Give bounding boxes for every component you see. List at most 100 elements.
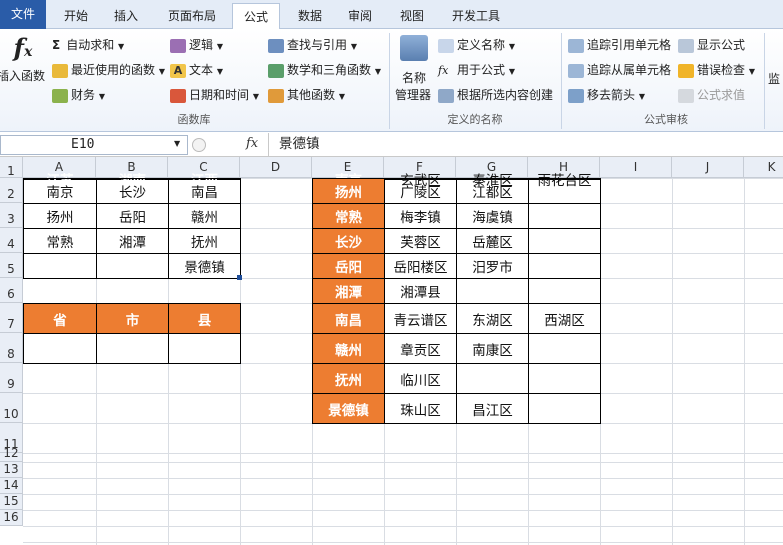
- select-input-cell[interactable]: [23, 333, 97, 364]
- county-cell[interactable]: 广陵区: [384, 178, 457, 204]
- row-header[interactable]: 13: [0, 462, 23, 478]
- city-header-cell[interactable]: 南昌: [312, 303, 385, 334]
- tab-review[interactable]: 审阅: [338, 3, 382, 29]
- city-cell[interactable]: 湘潭: [96, 228, 169, 254]
- tab-view[interactable]: 视图: [390, 3, 434, 29]
- show-formulas-button[interactable]: 显示公式: [678, 35, 745, 55]
- city-cell[interactable]: 岳阳: [96, 203, 169, 229]
- column-header[interactable]: D: [240, 157, 312, 178]
- row-header[interactable]: 4: [0, 228, 23, 253]
- name-box[interactable]: E10: [0, 135, 188, 155]
- county-cell[interactable]: 昌江区: [456, 393, 529, 424]
- insert-function-fx-button[interactable]: fx: [246, 136, 258, 151]
- county-cell[interactable]: 岳阳楼区: [384, 253, 457, 279]
- select-input-cell[interactable]: [96, 333, 169, 364]
- row-header[interactable]: 5: [0, 253, 23, 278]
- county-cell[interactable]: [528, 228, 601, 254]
- city-cell[interactable]: [96, 253, 169, 279]
- select-header-cell[interactable]: 省: [23, 303, 97, 334]
- county-cell[interactable]: 汨罗市: [456, 253, 529, 279]
- remove-arrows-button[interactable]: 移去箭头 ▼: [568, 85, 645, 105]
- define-name-button[interactable]: 定义名称 ▼: [438, 35, 515, 55]
- city-cell[interactable]: 常熟: [23, 228, 97, 254]
- select-input-cell[interactable]: [168, 333, 241, 364]
- county-cell[interactable]: 江都区: [456, 178, 529, 204]
- trace-dependents-button[interactable]: 追踪从属单元格: [568, 60, 671, 80]
- use-in-formula-button[interactable]: fx 用于公式 ▼: [438, 60, 515, 80]
- county-cell[interactable]: 梅李镇: [384, 203, 457, 229]
- tab-file[interactable]: 文件: [0, 0, 46, 29]
- county-cell[interactable]: 珠山区: [384, 393, 457, 424]
- trace-precedents-button[interactable]: 追踪引用单元格: [568, 35, 671, 55]
- tab-data[interactable]: 数据: [288, 3, 332, 29]
- logical-button[interactable]: 逻辑 ▼: [170, 35, 223, 55]
- city-cell[interactable]: 抚州: [168, 228, 241, 254]
- lookup-button[interactable]: 查找与引用 ▼: [268, 35, 357, 55]
- row-header[interactable]: 14: [0, 478, 23, 494]
- city-cell[interactable]: 南昌: [168, 178, 241, 204]
- row-header[interactable]: 9: [0, 363, 23, 393]
- city-cell[interactable]: 长沙: [96, 178, 169, 204]
- county-cell[interactable]: 西湖区: [528, 303, 601, 334]
- error-checking-button[interactable]: 错误检查 ▼: [678, 60, 755, 80]
- column-header[interactable]: I: [600, 157, 672, 178]
- autosum-button[interactable]: Σ 自动求和 ▼: [52, 35, 124, 55]
- city-header-cell[interactable]: 常熟: [312, 203, 385, 229]
- county-cell[interactable]: [528, 333, 601, 364]
- column-header[interactable]: J: [672, 157, 744, 178]
- name-manager-button[interactable]: 名称 管理器: [393, 35, 435, 105]
- county-cell[interactable]: 东湖区: [456, 303, 529, 334]
- chevron-down-icon[interactable]: ▼: [174, 139, 180, 148]
- recent-functions-button[interactable]: 最近使用的函数 ▼: [52, 60, 165, 80]
- formula-bar-splitter[interactable]: [192, 138, 206, 152]
- county-cell[interactable]: 青云谱区: [384, 303, 457, 334]
- financial-button[interactable]: 财务 ▼: [52, 85, 105, 105]
- county-cell[interactable]: [456, 278, 529, 304]
- county-cell[interactable]: 临川区: [384, 363, 457, 394]
- tab-formulas[interactable]: 公式: [232, 3, 280, 30]
- row-header[interactable]: 12: [0, 446, 23, 462]
- select-header-cell[interactable]: 县: [168, 303, 241, 334]
- city-cell[interactable]: 扬州: [23, 203, 97, 229]
- city-cell[interactable]: 赣州: [168, 203, 241, 229]
- tab-home[interactable]: 开始: [54, 3, 98, 29]
- city-cell[interactable]: 南京: [23, 178, 97, 204]
- row-header[interactable]: 8: [0, 333, 23, 363]
- insert-function-button[interactable]: fx 插入函数: [0, 33, 46, 89]
- row-header[interactable]: 3: [0, 203, 23, 228]
- county-cell[interactable]: [528, 393, 601, 424]
- city-header-cell[interactable]: 赣州: [312, 333, 385, 364]
- county-cell[interactable]: 湘潭县: [384, 278, 457, 304]
- watch-window-button[interactable]: 监: [768, 69, 780, 89]
- county-cell[interactable]: [528, 178, 601, 204]
- row-header[interactable]: 10: [0, 393, 23, 423]
- county-cell[interactable]: 海虞镇: [456, 203, 529, 229]
- city-cell[interactable]: 景德镇: [168, 253, 241, 279]
- county-cell[interactable]: [528, 278, 601, 304]
- city-header-cell[interactable]: 抚州: [312, 363, 385, 394]
- select-header-cell[interactable]: 市: [96, 303, 169, 334]
- county-cell[interactable]: [528, 253, 601, 279]
- city-header-cell[interactable]: 岳阳: [312, 253, 385, 279]
- text-button[interactable]: A 文本 ▼: [170, 60, 223, 80]
- datetime-button[interactable]: 日期和时间 ▼: [170, 85, 259, 105]
- city-header-cell[interactable]: 湘潭: [312, 278, 385, 304]
- county-cell[interactable]: 岳麓区: [456, 228, 529, 254]
- create-from-selection-button[interactable]: 根据所选内容创建: [438, 85, 553, 105]
- city-cell[interactable]: [23, 253, 97, 279]
- row-header[interactable]: 15: [0, 494, 23, 510]
- tab-page-layout[interactable]: 页面布局: [158, 3, 226, 29]
- city-header-cell[interactable]: 景德镇: [312, 393, 385, 424]
- column-header[interactable]: K: [744, 157, 783, 178]
- county-cell[interactable]: [456, 363, 529, 394]
- row-header[interactable]: 6: [0, 278, 23, 303]
- evaluate-formula-button[interactable]: 公式求值: [678, 85, 745, 105]
- formula-input[interactable]: 景德镇: [268, 133, 783, 156]
- county-cell[interactable]: 芙蓉区: [384, 228, 457, 254]
- county-cell[interactable]: [528, 363, 601, 394]
- math-trig-button[interactable]: 数学和三角函数 ▼: [268, 60, 381, 80]
- more-functions-button[interactable]: 其他函数 ▼: [268, 85, 345, 105]
- city-header-cell[interactable]: 扬州: [312, 178, 385, 204]
- city-header-cell[interactable]: 长沙: [312, 228, 385, 254]
- county-cell[interactable]: 章贡区: [384, 333, 457, 364]
